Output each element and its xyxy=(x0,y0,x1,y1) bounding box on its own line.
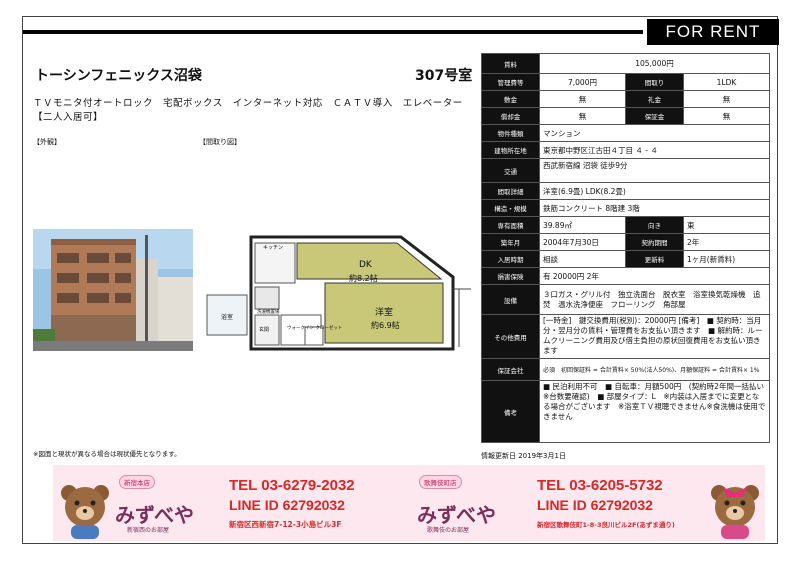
agency-brand: みずべや xyxy=(115,503,194,527)
direction-value: 東 xyxy=(683,216,770,234)
property-name: トーシンフェニックス沼袋 xyxy=(35,68,202,84)
type-value: マンション xyxy=(539,124,770,142)
floorplan-label: 【間取り図】 xyxy=(199,138,241,146)
term-value: 2年 xyxy=(683,233,770,251)
structure-value: 鉄筋コンクリート 8階建 3階 xyxy=(539,199,770,217)
rent-value: 105,000円 xyxy=(539,53,770,74)
agency-ad-banner: 新宿本店 みずべや 新宿西のお部屋 TEL 03-6279-2032 LINE … xyxy=(53,465,765,541)
agency-subtitle: 歌舞伎のお部屋 xyxy=(427,527,470,534)
floor-plan: DK 約8.2帖 洋室 約6.9帖 キッチン 洗濯機置場 浴室 玄関 ウォークイ… xyxy=(201,229,481,359)
agency-ad-kabukicho: 歌舞伎町店 みずべや 歌舞伎のお部屋 TEL 03-6205-5732 LINE… xyxy=(409,465,765,541)
bath-label: 浴室 xyxy=(221,313,233,321)
entrance-label: 玄関 xyxy=(259,326,269,333)
layout-detail-value: 洋室(6.9畳) LDK(8.2畳) xyxy=(539,182,770,200)
closet-label: ウォークイン クローゼット xyxy=(287,324,342,331)
address-value: 東京都中野区江古田４丁目 ４ - ４ xyxy=(539,141,770,159)
updated-date: 情報更新日 2019年3月1日 xyxy=(481,452,566,460)
agency-address: 新宿区歌舞伎町1-8-3良川ビル2F(あずま通り) xyxy=(537,521,675,529)
dk-size: 約8.2帖 xyxy=(349,273,378,283)
direction-key: 向き xyxy=(625,216,684,234)
agency-phone: TEL 03-6279-2032 xyxy=(229,477,355,494)
term-key: 契約期間 xyxy=(625,233,684,251)
insurance-value: 有 20000円 2年 xyxy=(539,267,770,285)
transit-key: 交通 xyxy=(481,158,540,183)
western-room-size: 約6.9帖 xyxy=(371,320,400,330)
rent-key: 賃料 xyxy=(481,53,540,74)
structure-key: 構造・規模 xyxy=(481,199,540,217)
deposit-value: 無 xyxy=(539,90,626,108)
guarantee-key: 保証金 xyxy=(625,107,684,125)
renewal-value: 1ヶ月(新賃料) xyxy=(683,250,770,268)
other-fees-value: [一時金] 鍵交換費用(税別)：20000円 [備考] ■ 契約時：当月分・翌月… xyxy=(539,314,770,359)
guarantee-value: 無 xyxy=(683,107,770,125)
remarks-key: 備考 xyxy=(481,380,540,443)
mgmt-value: 7,000円 xyxy=(539,73,626,91)
other-fees-key: その他費用 xyxy=(481,314,540,359)
agency-ad-shinjuku: 新宿本店 みずべや 新宿西のお部屋 TEL 03-6279-2032 LINE … xyxy=(53,465,409,541)
guarantor-company-key: 保証会社 xyxy=(481,358,540,381)
amortization-value: 無 xyxy=(539,107,626,125)
layout-key: 間取り xyxy=(625,73,684,91)
agency-subtitle: 新宿西のお部屋 xyxy=(127,527,170,534)
disclaimer-note: ※図面と現状が異なる場合は現状優先となります。 xyxy=(33,450,181,458)
branch-badge: 新宿本店 xyxy=(119,475,155,489)
area-value: 39.89㎡ xyxy=(539,216,626,234)
agency-phone: TEL 03-6205-5732 xyxy=(537,477,663,494)
property-flyer: FOR RENT トーシンフェニックス沼袋 307号室 ＴＶモニタ付オートロック… xyxy=(22,16,779,544)
agency-line-id: LINE ID 62792032 xyxy=(537,497,653,513)
wash-label: 洗濯機置場 xyxy=(257,308,280,315)
built-value: 2004年7月30日 xyxy=(539,233,626,251)
agency-address: 新宿区西新宿7-12-3小島ビル3F xyxy=(229,520,342,529)
layout-detail-key: 間取詳細 xyxy=(481,182,540,200)
exterior-label: 【外観】 xyxy=(33,138,61,146)
built-key: 築年月 xyxy=(481,233,540,251)
type-key: 物件種類 xyxy=(481,124,540,142)
agency-line-id: LINE ID 62792032 xyxy=(229,497,345,513)
branch-badge: 歌舞伎町店 xyxy=(419,475,462,489)
insurance-key: 損害保険 xyxy=(481,267,540,285)
amortization-key: 償却金 xyxy=(481,107,540,125)
equipment-key: 設備 xyxy=(481,284,540,315)
agency-brand: みずべや xyxy=(417,503,496,527)
feature-list: ＴＶモニタ付オートロック 宅配ボックス インターネット対応 ＣＡＴＶ導入 エレベ… xyxy=(33,98,463,123)
key-money-key: 礼金 xyxy=(625,90,684,108)
for-rent-banner: FOR RENT xyxy=(647,19,779,45)
transit-value: 西武新宿線 沼袋 徒歩9分 xyxy=(539,158,770,183)
renewal-key: 更新料 xyxy=(625,250,684,268)
equipment-value: ３口ガス・グリル付 独立洗面台 脱衣室 浴室換気乾燥機 追焚 温水洗浄便座 フロ… xyxy=(539,284,770,315)
deposit-key: 敷金 xyxy=(481,90,540,108)
bear-mascot-icon xyxy=(711,485,759,539)
spec-table: 賃料 105,000円 管理費等 7,000円 間取り 1LDK 敷金 無 礼金… xyxy=(481,53,770,443)
dk-label: DK xyxy=(359,260,373,270)
address-key: 建物所在地 xyxy=(481,141,540,159)
move-in-value: 相談 xyxy=(539,250,626,268)
area-key: 専有面積 xyxy=(481,216,540,234)
remarks-value: ■ 民泊利用不可 ■ 自転車：月額500円 (契約時2年間一括払い※台数要確認)… xyxy=(539,380,770,443)
move-in-key: 入居時期 xyxy=(481,250,540,268)
western-room-label: 洋室 xyxy=(375,306,393,318)
bear-mascot-icon xyxy=(61,485,109,539)
kitchen-label: キッチン xyxy=(263,245,283,251)
room-number: 307号室 xyxy=(415,68,473,84)
guarantor-company-value: 必須 初回保証料 = 合計賃料× 50%(法人50%)、月額保証料 = 合計賃料… xyxy=(539,358,770,381)
mgmt-key: 管理費等 xyxy=(481,73,540,91)
key-money-value: 無 xyxy=(683,90,770,108)
layout-value: 1LDK xyxy=(683,73,770,91)
header-rule xyxy=(23,30,643,34)
exterior-photo xyxy=(33,229,193,351)
header-bar: FOR RENT xyxy=(23,17,779,47)
